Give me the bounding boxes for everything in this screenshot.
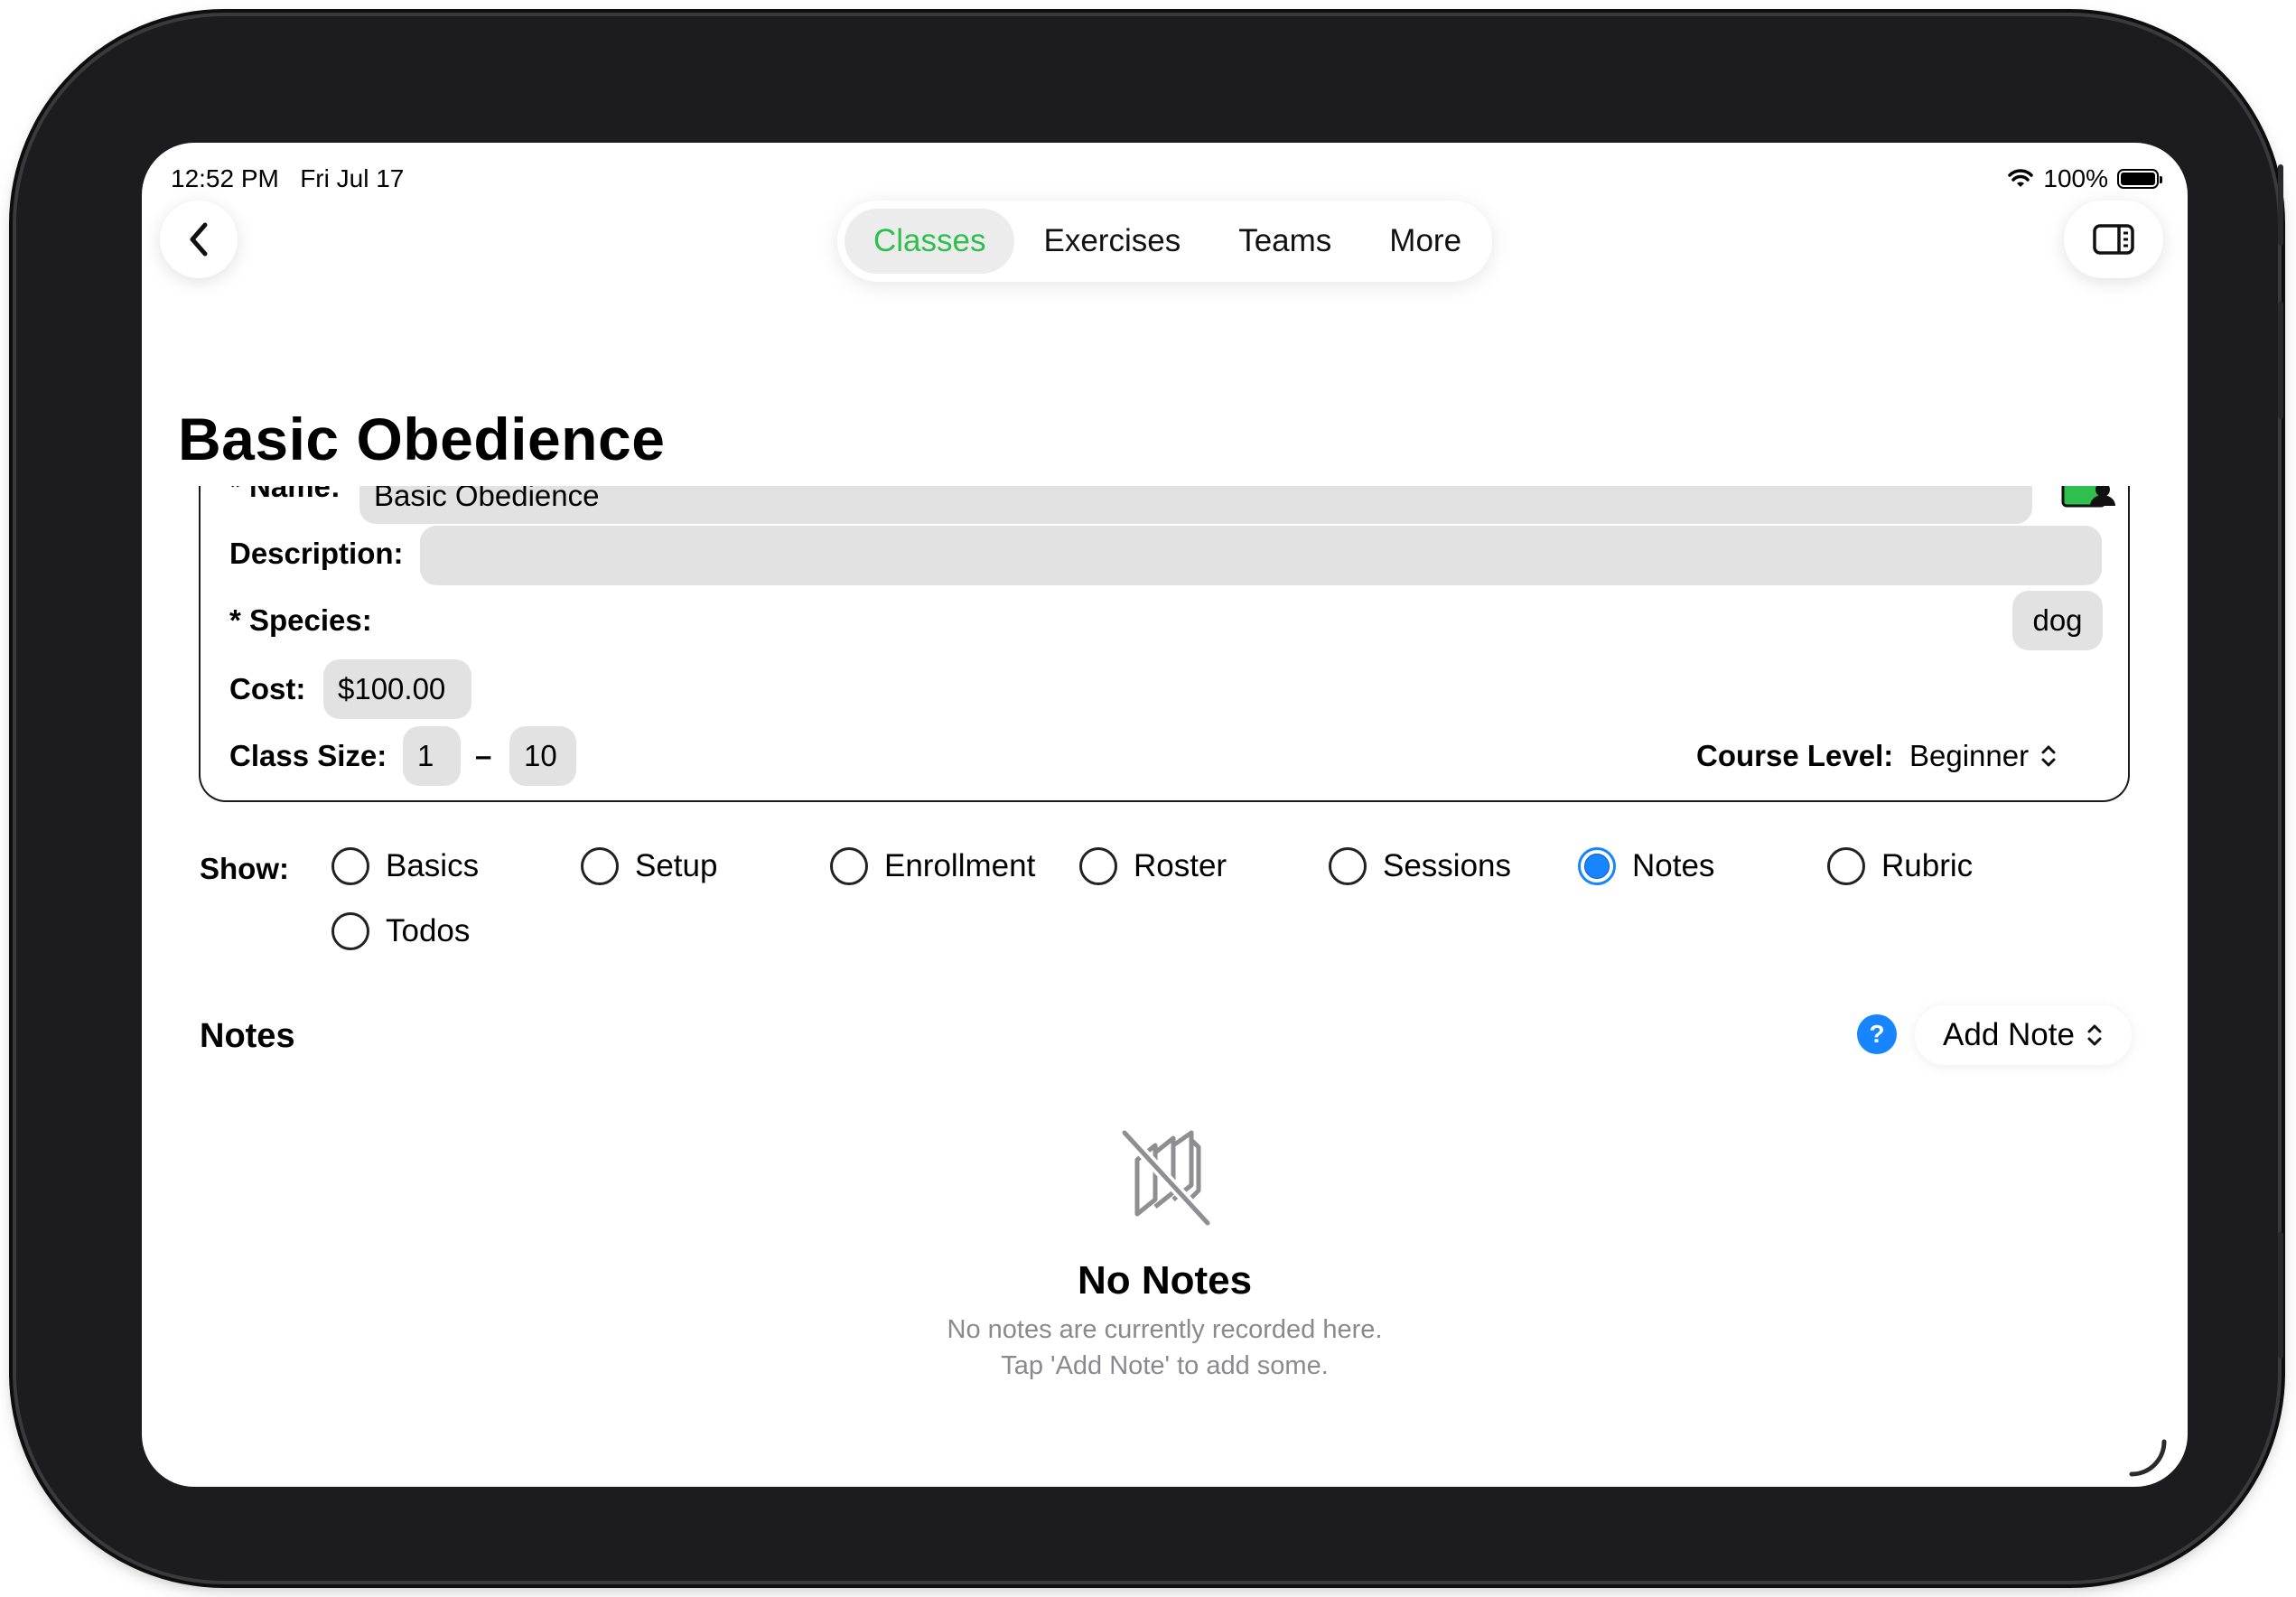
notes-section-title: Notes <box>200 1017 295 1055</box>
cost-field[interactable]: $100.00 <box>323 659 471 719</box>
cost-label: Cost: <box>229 672 306 705</box>
wifi-icon <box>2008 169 2034 187</box>
class-size-dash: – <box>475 739 492 772</box>
tab-classes[interactable]: Classes <box>845 209 1015 274</box>
name-field[interactable]: Basic Obedience <box>359 486 2032 524</box>
empty-state-message-1: No notes are currently recorded here. <box>947 1315 1383 1344</box>
show-label: Show: <box>200 852 289 885</box>
show-option-roster[interactable]: Roster <box>1079 847 1227 885</box>
species-field[interactable]: dog <box>2012 591 2103 650</box>
radio-label: Roster <box>1134 848 1227 883</box>
show-option-sessions[interactable]: Sessions <box>1329 847 1511 885</box>
battery-percent: 100% <box>2043 164 2108 192</box>
resize-handle-icon[interactable] <box>2128 1438 2168 1478</box>
radio-label: Setup <box>635 848 718 883</box>
sidebar-toggle-icon <box>2093 224 2134 255</box>
radio-label: Enrollment <box>884 848 1036 883</box>
radio-circle-icon <box>1329 847 1367 885</box>
tab-bar: Classes Exercises Teams More <box>837 201 1492 282</box>
sidebar-toggle-button[interactable] <box>2064 201 2163 278</box>
power-button <box>2278 164 2283 246</box>
tab-teams[interactable]: Teams <box>1209 209 1360 274</box>
chevron-left-icon <box>190 222 208 257</box>
radio-label: Notes <box>1632 848 1715 883</box>
volume-button <box>2278 302 2283 419</box>
show-option-rubric[interactable]: Rubric <box>1827 847 1973 885</box>
no-notes-icon <box>1119 1127 1213 1228</box>
radio-circle-icon <box>581 847 619 885</box>
add-note-button[interactable]: Add Note <box>1915 1005 2132 1065</box>
description-field[interactable] <box>420 526 2102 585</box>
chevron-up-down-icon <box>2041 745 2056 767</box>
show-option-basics[interactable]: Basics <box>331 847 479 885</box>
description-label: Description: <box>229 537 404 570</box>
ipad-frame: 12:52 PM Fri Jul 17 100% Classes Exercis… <box>16 16 2278 1581</box>
side-button <box>2278 1232 2283 1359</box>
class-size-min-field[interactable]: 1 <box>403 726 461 786</box>
radio-label: Todos <box>386 913 471 948</box>
battery-icon <box>2117 169 2162 189</box>
species-label: * Species: <box>229 603 372 637</box>
radio-circle-icon <box>1827 847 1865 885</box>
radio-label: Rubric <box>1881 848 1974 883</box>
radio-circle-icon <box>331 847 369 885</box>
class-size-max-field[interactable]: 10 <box>509 726 576 786</box>
radio-circle-icon <box>830 847 868 885</box>
status-bar: 12:52 PM Fri Jul 17 100% <box>171 157 2162 193</box>
status-right: 100% <box>2007 164 2162 193</box>
page-title: Basic Obedience <box>178 406 666 472</box>
empty-state-title: No Notes <box>1077 1258 1253 1303</box>
empty-state-message-2: Tap 'Add Note' to add some. <box>1001 1351 1329 1380</box>
name-label: * Name: <box>229 486 341 503</box>
show-option-setup[interactable]: Setup <box>581 847 717 885</box>
app-screen: 12:52 PM Fri Jul 17 100% Classes Exercis… <box>142 143 2188 1487</box>
tab-exercises[interactable]: Exercises <box>1014 209 1209 274</box>
chevron-up-down-icon <box>2087 1024 2102 1046</box>
class-form-card: * Name: Basic Obedience Description: * S… <box>199 486 2130 802</box>
back-button[interactable] <box>160 201 238 278</box>
course-level-label: Course Level: <box>1696 739 1894 772</box>
show-option-enrollment[interactable]: Enrollment <box>830 847 1035 885</box>
contact-card-icon <box>2061 486 2115 508</box>
help-button[interactable]: ? <box>1857 1014 1897 1054</box>
course-level-value: Beginner <box>1909 739 2030 772</box>
add-note-label: Add Note <box>1943 1017 2075 1052</box>
status-time: 12:52 PM Fri Jul 17 <box>171 164 405 192</box>
show-option-notes[interactable]: Notes <box>1578 847 1714 885</box>
radio-circle-icon <box>1079 847 1117 885</box>
course-level-picker[interactable]: Beginner <box>1909 739 2058 773</box>
show-option-todos[interactable]: Todos <box>331 912 470 950</box>
radio-selected-icon <box>1578 847 1616 885</box>
class-size-label: Class Size: <box>229 739 387 772</box>
radio-label: Sessions <box>1383 848 1512 883</box>
tab-more[interactable]: More <box>1360 209 1490 274</box>
radio-label: Basics <box>386 848 480 883</box>
radio-circle-icon <box>331 912 369 950</box>
